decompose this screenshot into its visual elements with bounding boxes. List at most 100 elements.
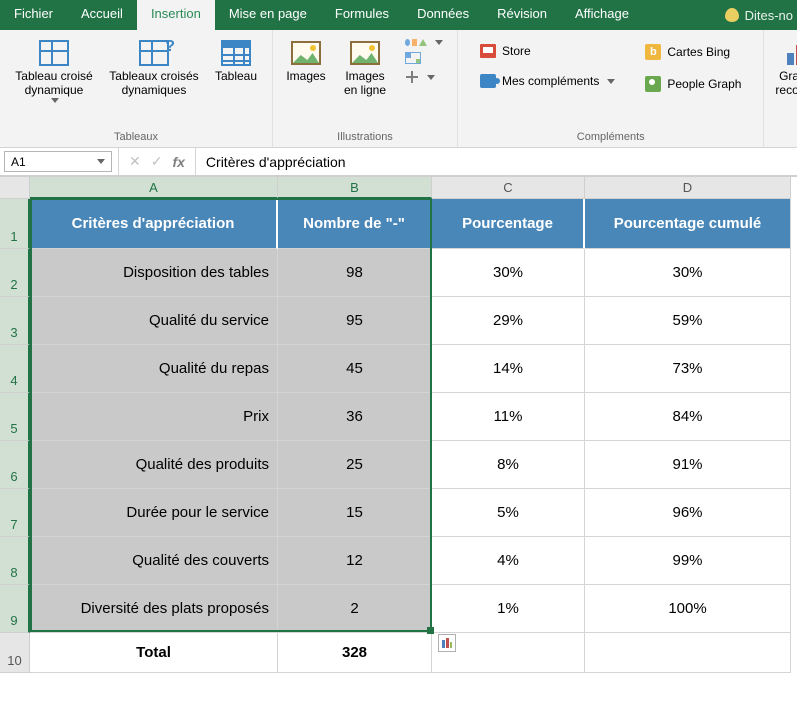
cell-A7[interactable]: Durée pour le service xyxy=(30,489,278,537)
row-header-10[interactable]: 10 xyxy=(0,633,30,673)
cell-C8[interactable]: 4% xyxy=(432,537,585,585)
cell-A6[interactable]: Qualité des produits xyxy=(30,441,278,489)
cell-A8[interactable]: Qualité des couverts xyxy=(30,537,278,585)
cell-A10[interactable]: Total xyxy=(30,633,278,673)
tab-formules[interactable]: Formules xyxy=(321,0,403,30)
pivot-table-label: Tableau croisé dynamique xyxy=(15,70,92,98)
screenshot-button[interactable] xyxy=(401,68,447,86)
pivot-table-button[interactable]: Tableau croisé dynamique xyxy=(6,34,102,107)
cell-D6[interactable]: 91% xyxy=(585,441,791,489)
formula-bar-input[interactable]: Critères d'appréciation xyxy=(195,148,797,175)
row-header-4[interactable]: 4 xyxy=(0,345,30,393)
cell-A5[interactable]: Prix xyxy=(30,393,278,441)
cell-D5[interactable]: 84% xyxy=(585,393,791,441)
cell-C7[interactable]: 5% xyxy=(432,489,585,537)
smartart-button[interactable] xyxy=(401,50,447,66)
col-header-D[interactable]: D xyxy=(585,177,791,199)
cell-C5[interactable]: 11% xyxy=(432,393,585,441)
chevron-down-icon xyxy=(427,75,435,80)
row-header-2[interactable]: 2 xyxy=(0,249,30,297)
tab-accueil[interactable]: Accueil xyxy=(67,0,137,30)
cell-B5[interactable]: 36 xyxy=(278,393,432,441)
recommended-charts-button[interactable]: Graphiq recomma xyxy=(770,34,797,102)
cancel-formula-icon[interactable]: ✕ xyxy=(129,153,141,170)
cell-B6[interactable]: 25 xyxy=(278,441,432,489)
cell-D10[interactable] xyxy=(585,633,791,673)
cell-B1[interactable]: Nombre de "-" xyxy=(278,199,432,249)
tell-me-label: Dites-no xyxy=(745,8,793,23)
ribbon-group-charts: Graphiq recomma xyxy=(764,30,797,147)
group-label-tables: Tableaux xyxy=(6,129,266,147)
formula-bar-buttons: ✕ ✓ fx xyxy=(119,148,195,175)
cell-A1[interactable]: Critères d'appréciation xyxy=(30,199,278,249)
cell-A2[interactable]: Disposition des tables xyxy=(30,249,278,297)
ribbon-group-addins: Store Mes compléments bCartes Bing Peopl… xyxy=(458,30,764,147)
cell-B8[interactable]: 12 xyxy=(278,537,432,585)
cell-C3[interactable]: 29% xyxy=(432,297,585,345)
cell-D2[interactable]: 30% xyxy=(585,249,791,297)
cell-D8[interactable]: 99% xyxy=(585,537,791,585)
col-header-B[interactable]: B xyxy=(278,177,432,199)
row-header-9[interactable]: 9 xyxy=(0,585,30,633)
cell-B4[interactable]: 45 xyxy=(278,345,432,393)
cell-B2[interactable]: 98 xyxy=(278,249,432,297)
tab-affichage[interactable]: Affichage xyxy=(561,0,643,30)
enter-formula-icon[interactable]: ✓ xyxy=(151,153,163,170)
ribbon-group-illustrations: Images Images en ligne Illustrations xyxy=(273,30,458,147)
name-box-value: A1 xyxy=(11,155,26,169)
tab-donnees[interactable]: Données xyxy=(403,0,483,30)
tab-revision[interactable]: Révision xyxy=(483,0,561,30)
insert-function-icon[interactable]: fx xyxy=(172,154,184,170)
cell-B3[interactable]: 95 xyxy=(278,297,432,345)
cell-B7[interactable]: 15 xyxy=(278,489,432,537)
name-box[interactable]: A1 xyxy=(4,151,112,172)
file-tab[interactable]: Fichier xyxy=(0,0,67,30)
tab-insertion[interactable]: Insertion xyxy=(137,0,215,30)
lightbulb-icon xyxy=(725,8,739,22)
tell-me-search[interactable]: Dites-no xyxy=(715,0,797,30)
cell-D3[interactable]: 59% xyxy=(585,297,791,345)
my-addins-button[interactable]: Mes compléments xyxy=(476,72,619,90)
recommended-pivots-button[interactable]: ? Tableaux croisés dynamiques xyxy=(106,34,202,102)
tab-mise-en-page[interactable]: Mise en page xyxy=(215,0,321,30)
row-header-3[interactable]: 3 xyxy=(0,297,30,345)
cell-C4[interactable]: 14% xyxy=(432,345,585,393)
cell-D4[interactable]: 73% xyxy=(585,345,791,393)
cell-D7[interactable]: 96% xyxy=(585,489,791,537)
store-button[interactable]: Store xyxy=(476,42,619,60)
cell-A9[interactable]: Diversité des plats proposés xyxy=(30,585,278,633)
table-button[interactable]: Tableau xyxy=(206,34,266,88)
col-header-C[interactable]: C xyxy=(432,177,585,199)
chevron-down-icon xyxy=(51,98,59,103)
cell-C2[interactable]: 30% xyxy=(432,249,585,297)
shapes-button[interactable] xyxy=(401,36,447,48)
row-header-8[interactable]: 8 xyxy=(0,537,30,585)
row-header-6[interactable]: 6 xyxy=(0,441,30,489)
quick-analysis-button[interactable] xyxy=(438,634,456,652)
cell-B9[interactable]: 2 xyxy=(278,585,432,633)
cell-C9[interactable]: 1% xyxy=(432,585,585,633)
bing-maps-button[interactable]: bCartes Bing xyxy=(641,42,745,62)
row-header-1[interactable]: 1 xyxy=(0,199,30,249)
col-header-A[interactable]: A xyxy=(30,177,278,199)
chart-icon xyxy=(785,41,797,65)
formula-bar-value: Critères d'appréciation xyxy=(206,154,346,170)
people-graph-button[interactable]: People Graph xyxy=(641,74,745,94)
row-header-7[interactable]: 7 xyxy=(0,489,30,537)
online-images-button[interactable]: Images en ligne xyxy=(337,34,393,102)
chevron-down-icon xyxy=(97,159,105,164)
store-icon xyxy=(480,44,496,58)
cell-C6[interactable]: 8% xyxy=(432,441,585,489)
screenshot-icon xyxy=(405,70,419,84)
cell-C1[interactable]: Pourcentage xyxy=(432,199,585,249)
cell-D9[interactable]: 100% xyxy=(585,585,791,633)
ribbon-group-tables: Tableau croisé dynamique ? Tableaux croi… xyxy=(0,30,273,147)
select-all-corner[interactable] xyxy=(0,177,30,199)
cell-D1[interactable]: Pourcentage cumulé xyxy=(585,199,791,249)
row-header-5[interactable]: 5 xyxy=(0,393,30,441)
images-button[interactable]: Images xyxy=(279,34,333,88)
cell-A4[interactable]: Qualité du repas xyxy=(30,345,278,393)
cell-B10[interactable]: 328 xyxy=(278,633,432,673)
chevron-down-icon xyxy=(607,79,615,84)
cell-A3[interactable]: Qualité du service xyxy=(30,297,278,345)
